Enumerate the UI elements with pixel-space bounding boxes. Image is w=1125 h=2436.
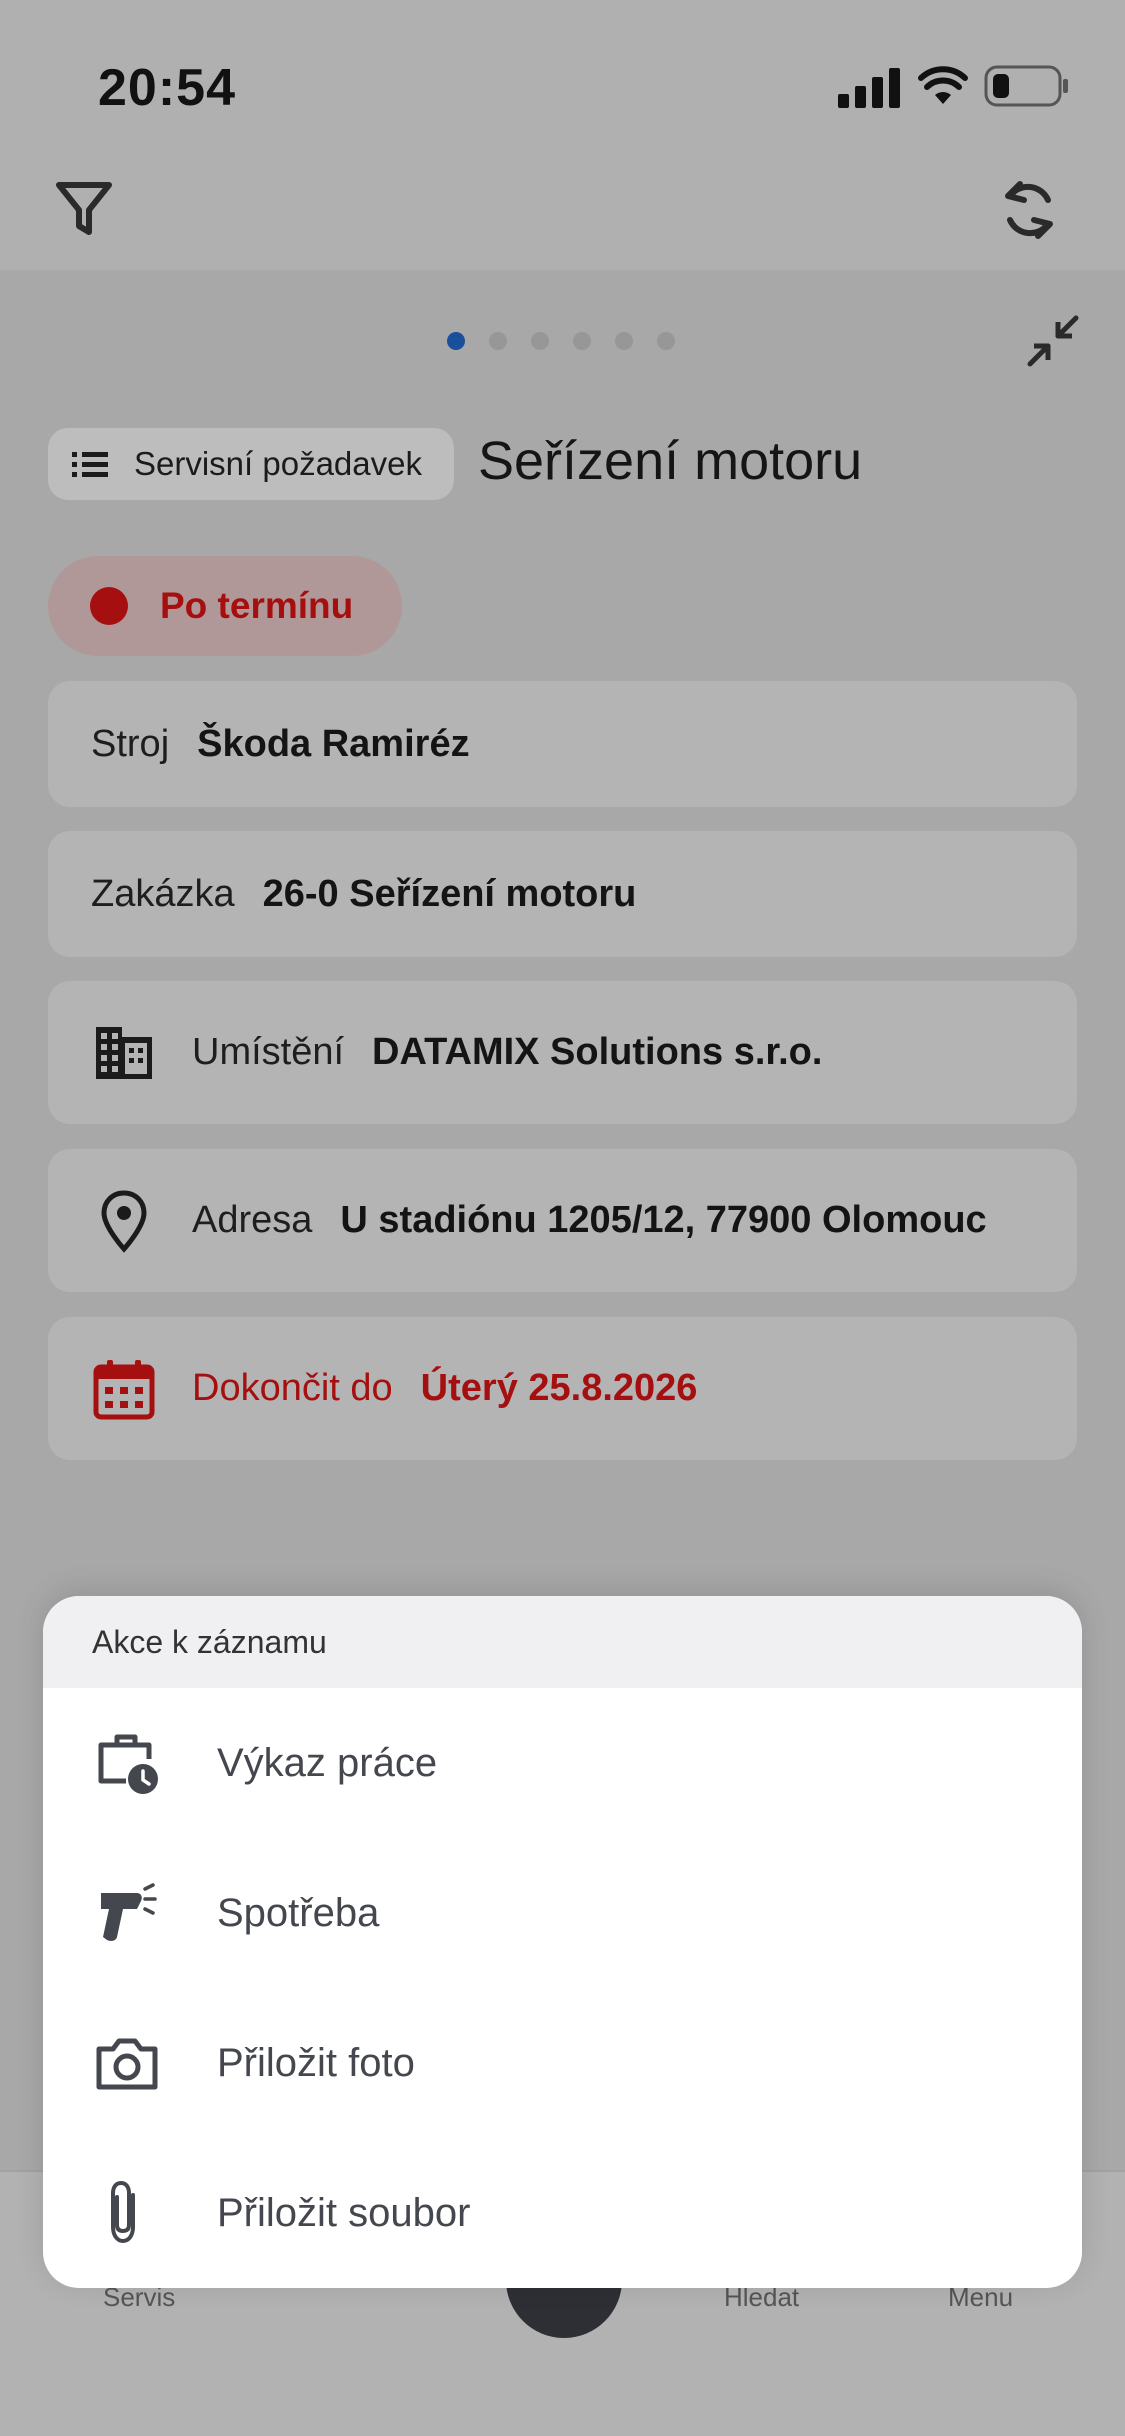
order-label: Zakázka xyxy=(91,872,235,915)
page-dot[interactable] xyxy=(489,332,507,350)
record-type-label: Servisní požadavek xyxy=(134,445,422,482)
due-date-field[interactable]: Dokončit do Úterý 25.8.2026 xyxy=(48,1317,1077,1460)
list-icon xyxy=(72,452,108,477)
action-attach-file-label: Přiložit soubor xyxy=(217,2190,471,2235)
page-dot[interactable] xyxy=(615,332,633,350)
action-sheet: Akce k záznamu Výkaz práce Spotřeba Přil… xyxy=(43,1596,1082,2288)
page-dot[interactable] xyxy=(447,332,465,350)
briefcase-clock-icon xyxy=(98,1734,158,1794)
machine-label: Stroj xyxy=(91,722,170,765)
page-dot[interactable] xyxy=(531,332,549,350)
action-work-report-label: Výkaz práce xyxy=(217,1740,438,1785)
due-date-value: Úterý 25.8.2026 xyxy=(420,1367,698,1409)
address-value: U stadiónu 1205/12, 77900 Olomouc xyxy=(340,1199,987,1241)
page-dot[interactable] xyxy=(573,332,591,350)
status-dot-icon xyxy=(90,587,128,625)
status-badge: Po termínu xyxy=(48,556,402,656)
due-date-label: Dokončit do xyxy=(192,1367,393,1409)
record-type-chip[interactable]: Servisní požadavek xyxy=(48,428,454,500)
sync-icon[interactable] xyxy=(998,176,1060,244)
action-sheet-header: Akce k záznamu xyxy=(43,1596,1082,1688)
paperclip-icon xyxy=(111,2180,135,2244)
battery-icon xyxy=(984,65,1068,107)
filter-icon[interactable] xyxy=(56,180,112,240)
collapse-icon[interactable] xyxy=(1026,314,1080,368)
machine-value: Škoda Ramiréz xyxy=(197,722,470,765)
location-pin-icon xyxy=(101,1189,147,1253)
building-icon xyxy=(96,1026,152,1079)
location-label: Umístění xyxy=(192,1031,345,1073)
action-attach-photo-label: Přiložit foto xyxy=(217,2040,415,2085)
top-toolbar xyxy=(0,170,1125,270)
action-sheet-title: Akce k záznamu xyxy=(92,1623,327,1660)
calendar-icon xyxy=(93,1359,155,1419)
action-consumption[interactable]: Spotřeba xyxy=(43,1838,1082,1988)
record-title: Seřízení motoru xyxy=(478,431,863,491)
page-dot[interactable] xyxy=(657,332,675,350)
machine-field[interactable]: Stroj Škoda Ramiréz xyxy=(48,681,1077,807)
action-attach-file[interactable]: Přiložit soubor xyxy=(43,2138,1082,2288)
location-field[interactable]: Umístění DATAMIX Solutions s.r.o. xyxy=(48,981,1077,1124)
action-attach-photo[interactable]: Přiložit foto xyxy=(43,1988,1082,2138)
wifi-icon xyxy=(918,66,968,104)
address-label: Adresa xyxy=(192,1199,313,1241)
action-consumption-label: Spotřeba xyxy=(217,1890,380,1935)
address-field[interactable]: Adresa U stadiónu 1205/12, 77900 Olomouc xyxy=(48,1149,1077,1292)
order-field[interactable]: Zakázka 26-0 Seřízení motoru xyxy=(48,831,1077,957)
status-time: 20:54 xyxy=(98,59,236,117)
action-work-report[interactable]: Výkaz práce xyxy=(43,1688,1082,1838)
status-label: Po termínu xyxy=(160,585,354,626)
barcode-scanner-icon xyxy=(101,1883,157,1941)
cellular-signal-icon xyxy=(838,68,900,108)
page-indicator[interactable] xyxy=(447,332,675,352)
location-value: DATAMIX Solutions s.r.o. xyxy=(372,1031,823,1073)
camera-icon xyxy=(96,2038,158,2090)
order-value: 26-0 Seřízení motoru xyxy=(262,872,637,915)
